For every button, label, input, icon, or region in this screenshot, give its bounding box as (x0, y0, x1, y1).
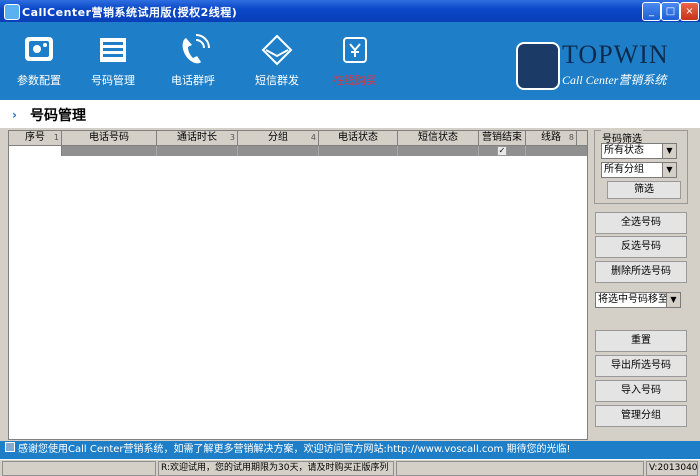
close-button[interactable]: × (680, 2, 699, 21)
chevron-down-icon[interactable]: ▼ (662, 144, 676, 158)
status-bar: R:欢迎试用，您的试用期限为30天，请及时购买正版序列 V:20130407 (0, 459, 700, 476)
status-select[interactable]: 所有状态 ▼ (601, 143, 677, 159)
status-cell-empty (396, 461, 644, 476)
column-header[interactable]: 电话号码 (62, 131, 157, 145)
status-cell-empty (2, 461, 156, 476)
chevron-right-icon: › (12, 108, 17, 122)
topwin-logo: TOPWIN Call Center营销系统 (516, 40, 686, 92)
column-header[interactable]: 线路 8 (526, 131, 577, 145)
logo-phone-icon (516, 42, 560, 90)
logo-brand: TOPWIN (562, 40, 669, 69)
column-header[interactable]: 电话状态 (319, 131, 398, 145)
number-list-icon (100, 38, 126, 62)
settings-panel-icon (25, 37, 53, 61)
toolbar-numbers-button[interactable]: 号码管理 (82, 30, 144, 100)
filter-group: 号码筛选 所有状态 ▼ 所有分组 ▼ 筛选 (594, 130, 688, 204)
window-title: CallCenter营销系统试用版(授权2线程) (22, 6, 238, 19)
title-bar: CallCenter营销系统试用版(授权2线程) _ □ × (0, 0, 700, 22)
column-header[interactable]: 通话时长 3 (157, 131, 238, 145)
column-header[interactable]: 序号 1 (9, 131, 62, 145)
number-table[interactable]: 序号 1 电话号码 通话时长 3 分组 4 电话状态 短信状态 营销结束 线路 8 (8, 130, 588, 440)
info-bar: 感谢您使用Call Center营销系统，如需了解更多营销解决方案，欢迎访问官方… (0, 441, 700, 459)
version-label: V:20130407 (646, 461, 698, 476)
column-header[interactable]: 短信状态 (398, 131, 479, 145)
manage-groups-button[interactable]: 管理分组 (595, 405, 687, 427)
toolbar-settings-button[interactable]: 参数配置 (8, 30, 70, 100)
maximize-button[interactable]: □ (661, 2, 680, 21)
toolbar-sms-label: 短信群发 (255, 74, 299, 87)
move-to-group-select[interactable]: 将选中号码移至 ▼ (595, 292, 681, 308)
chevron-down-icon[interactable]: ▼ (666, 293, 680, 307)
group-select[interactable]: 所有分组 ▼ (601, 162, 677, 178)
toolbar-call-button[interactable]: 电话群呼 (162, 30, 224, 100)
filter-button[interactable]: 筛选 (607, 181, 681, 199)
phone-call-icon (182, 34, 210, 64)
toolbar-buy-label: 在线购买 (333, 74, 377, 87)
toolbar-call-label: 电话群呼 (171, 74, 215, 87)
import-numbers-button[interactable]: 导入号码 (595, 380, 687, 402)
delete-selected-button[interactable]: 删除所选号码 (595, 261, 687, 283)
table-header: 序号 1 电话号码 通话时长 3 分组 4 电话状态 短信状态 营销结束 线路 8 (9, 131, 587, 146)
right-panel: 号码筛选 所有状态 ▼ 所有分组 ▼ 筛选 全选号码 反选号码 删除所选号码 将… (592, 130, 692, 440)
table-row[interactable]: ✓ (9, 146, 587, 156)
toolbar-settings-label: 参数配置 (17, 74, 61, 87)
row-index-cell[interactable] (9, 146, 62, 156)
minimize-button[interactable]: _ (642, 2, 661, 21)
info-icon (5, 442, 15, 452)
toolbar-numbers-label: 号码管理 (91, 74, 135, 87)
invert-selection-button[interactable]: 反选号码 (595, 236, 687, 258)
info-text: 感谢您使用Call Center营销系统，如需了解更多营销解决方案，欢迎访问官方… (18, 444, 571, 455)
column-header[interactable]: 营销结束 (479, 131, 526, 145)
app-icon (4, 4, 20, 20)
chevron-down-icon[interactable]: ▼ (662, 163, 676, 177)
main-toolbar: 参数配置 号码管理 电话群呼 短信群发 在线购买 TOPWIN Call Cen… (0, 22, 700, 100)
toolbar-sms-button[interactable]: 短信群发 (246, 30, 308, 100)
shopping-bag-icon (343, 37, 367, 63)
reset-button[interactable]: 重置 (595, 330, 687, 352)
marketing-end-checkbox[interactable]: ✓ (497, 146, 507, 156)
status-message: R:欢迎试用，您的试用期限为30天，请及时购买正版序列 (158, 461, 394, 476)
export-selected-button[interactable]: 导出所选号码 (595, 355, 687, 377)
envelope-icon (261, 34, 293, 66)
column-header[interactable]: 分组 4 (238, 131, 319, 145)
logo-subtitle: Call Center营销系统 (562, 73, 667, 87)
page-header: › 号码管理 (0, 100, 700, 128)
page-title: 号码管理 (30, 108, 86, 124)
select-all-button[interactable]: 全选号码 (595, 212, 687, 234)
toolbar-buy-button[interactable]: 在线购买 (324, 30, 386, 100)
